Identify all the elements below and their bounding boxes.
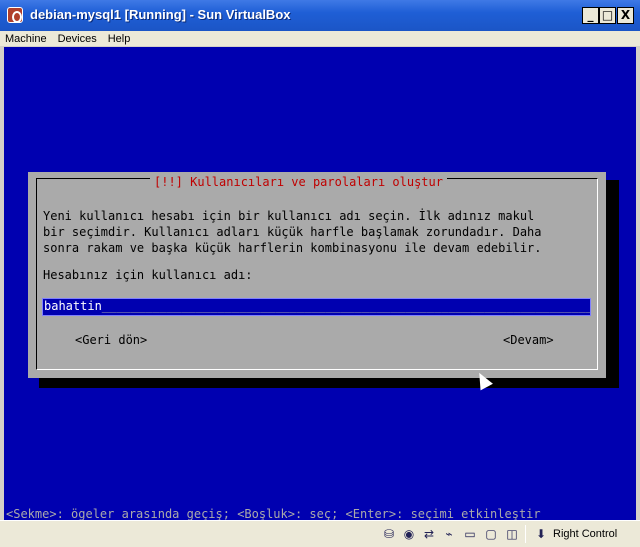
dialog-title: [!!] Kullanıcıları ve parolaları oluştur — [150, 175, 447, 189]
installer-dialog: [!!] Kullanıcıları ve parolaları oluştur… — [28, 172, 606, 378]
menu-machine[interactable]: Machine — [0, 33, 53, 45]
network-icon[interactable]: ⇄ — [421, 526, 437, 542]
host-key-label: Right Control — [553, 528, 618, 540]
display-icon[interactable]: ▢ — [483, 526, 499, 542]
usb-icon[interactable]: ⌁ — [441, 526, 457, 542]
status-separator — [525, 525, 526, 543]
menu-bar: Machine Devices Help — [0, 31, 640, 46]
username-input[interactable]: bahattin________________________________… — [42, 298, 591, 316]
cd-rom-icon[interactable]: ◉ — [401, 526, 417, 542]
username-input-value: bahattin — [44, 299, 102, 313]
username-prompt-label: Hesabınız için kullanıcı adı: — [43, 268, 253, 282]
back-button[interactable]: <Geri dön> — [75, 333, 147, 347]
mouse-integration-icon[interactable]: ◫ — [504, 526, 520, 542]
maximize-button[interactable]: □ — [599, 7, 616, 24]
status-bar: ⛁ ◉ ⇄ ⌁ ▭ ▢ ◫ ⬇ Right Control — [0, 520, 640, 547]
dialog-description: Yeni kullanıcı hesabı için bir kullanıcı… — [43, 209, 542, 255]
shared-folders-icon[interactable]: ▭ — [462, 526, 478, 542]
menu-help[interactable]: Help — [103, 33, 137, 45]
dialog-shadow-side — [606, 180, 619, 388]
minimize-button[interactable]: _ — [582, 7, 599, 24]
menu-devices[interactable]: Devices — [53, 33, 103, 45]
window-title: debian-mysql1 [Running] - Sun VirtualBox — [30, 7, 291, 22]
username-input-fill: ________________________________________… — [101, 299, 590, 313]
host-key-icon: ⬇ — [535, 527, 547, 541]
continue-button[interactable]: <Devam> — [503, 333, 554, 347]
window-titlebar[interactable]: debian-mysql1 [Running] - Sun VirtualBox… — [0, 0, 640, 31]
virtualbox-app-icon[interactable] — [7, 7, 23, 23]
guest-console[interactable]: [!!] Kullanıcıları ve parolaları oluştur… — [4, 47, 636, 521]
keyboard-help-line: <Sekme>: ögeler arasında geçiş; <Boşluk>… — [6, 507, 541, 521]
hard-disk-icon[interactable]: ⛁ — [381, 526, 397, 542]
close-button[interactable]: X — [617, 7, 634, 24]
